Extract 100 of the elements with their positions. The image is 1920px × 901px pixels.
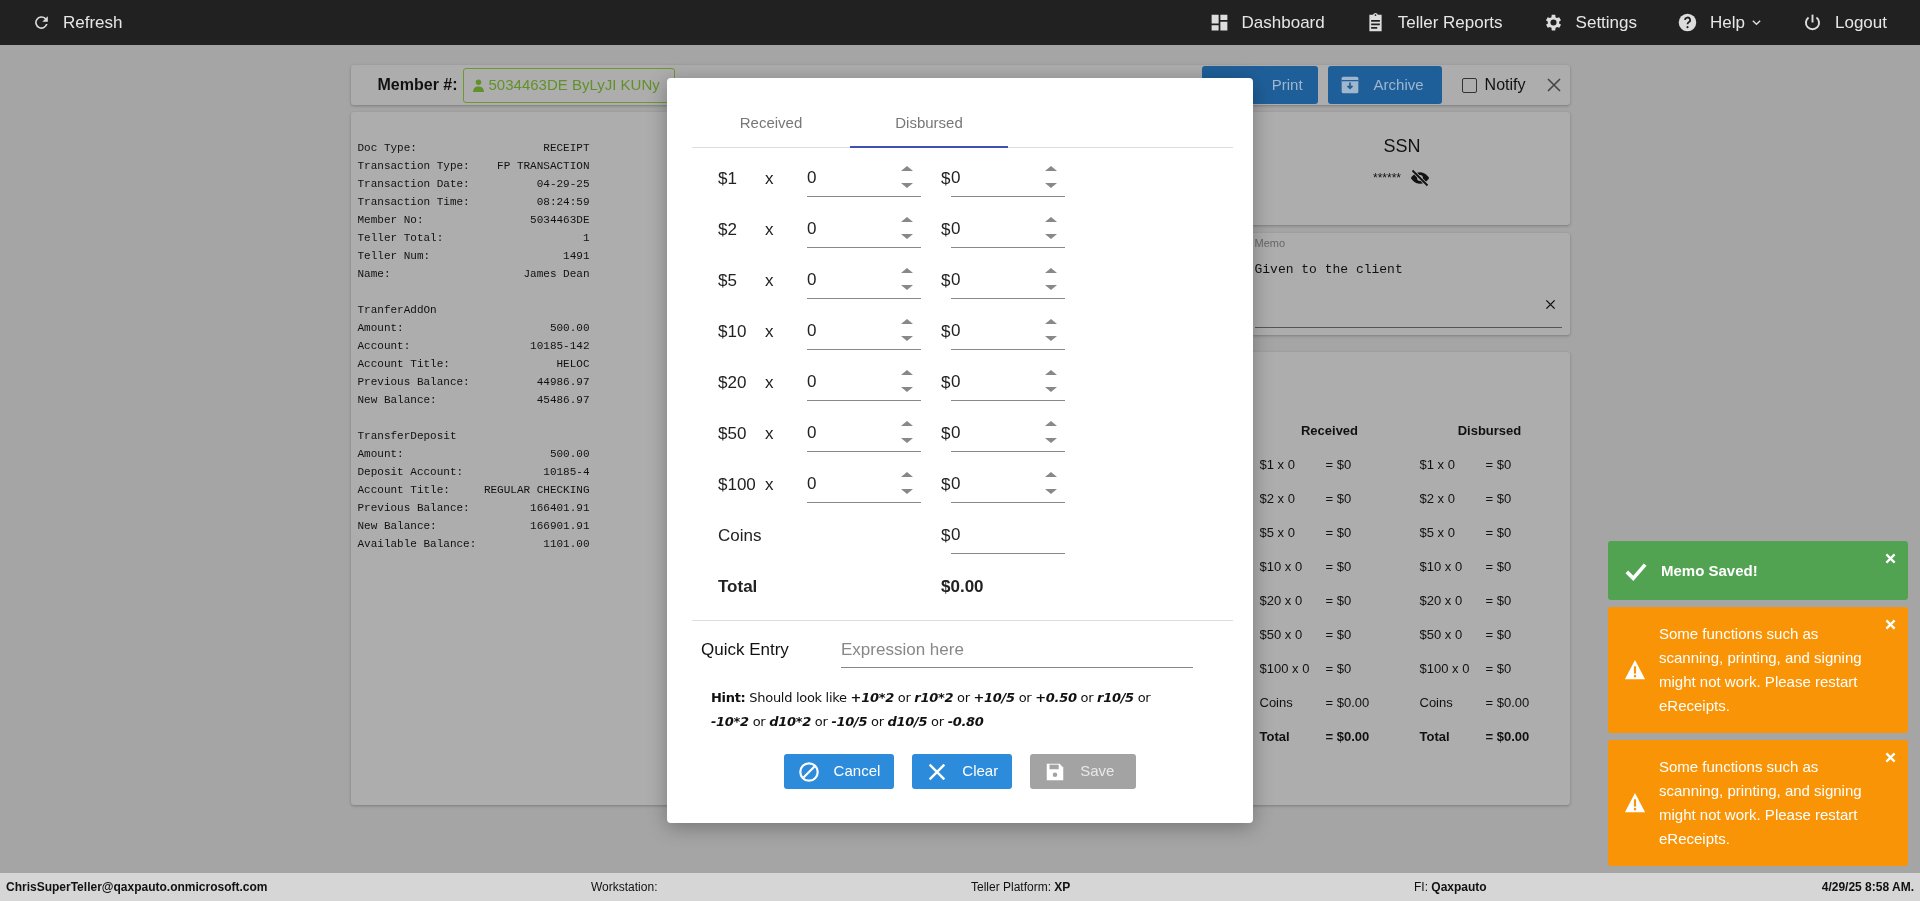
summary-value: = $0 bbox=[1485, 558, 1512, 577]
summary-label: $5 x 0 bbox=[1419, 524, 1456, 543]
receipt-label: Available Balance: bbox=[357, 537, 477, 552]
ssn-value: ****** bbox=[1373, 170, 1401, 187]
receipt-value: 166401.91 bbox=[530, 501, 590, 516]
spinner-icon[interactable] bbox=[1045, 470, 1057, 495]
nav-link[interactable]: Settings bbox=[1542, 9, 1638, 36]
amount-field[interactable]: 0 bbox=[951, 517, 1065, 554]
quick-entry-label: Quick Entry bbox=[701, 639, 790, 662]
nav-link[interactable]: Dashboard bbox=[1208, 9, 1325, 36]
nav-link[interactable]: Teller Reports bbox=[1364, 9, 1503, 36]
times-sign: x bbox=[765, 473, 775, 496]
receipt-value: FP TRANSACTION bbox=[497, 159, 590, 174]
receipt-value: 04-29-25 bbox=[536, 177, 590, 192]
summary-value: = $0 bbox=[1325, 626, 1352, 645]
receipt-label: Amount: bbox=[357, 321, 404, 336]
clear-button[interactable]: Clear bbox=[912, 754, 1013, 789]
spinner-icon[interactable] bbox=[901, 419, 913, 444]
receipt-value: HELOC bbox=[556, 357, 590, 372]
summary-value: = $0 bbox=[1485, 592, 1512, 611]
eye-slash-icon[interactable] bbox=[1409, 168, 1431, 188]
spinner-icon[interactable] bbox=[1045, 215, 1057, 240]
nav-link[interactable]: Logout bbox=[1802, 9, 1887, 36]
receipt-label: Doc Type: bbox=[357, 141, 417, 156]
summary-value: = $0.00 bbox=[1485, 694, 1530, 713]
spinner-icon[interactable] bbox=[901, 164, 913, 189]
summary-label: $10 x 0 bbox=[1259, 558, 1304, 577]
notify-checkbox[interactable]: Notify bbox=[1461, 73, 1526, 97]
summary-value: = $0 bbox=[1325, 524, 1352, 543]
summary-label: $50 x 0 bbox=[1259, 626, 1304, 645]
receipt-label: Previous Balance: bbox=[357, 501, 470, 516]
currency-sign: $ bbox=[941, 524, 951, 547]
close-icon[interactable] bbox=[1545, 77, 1562, 93]
spinner-icon[interactable] bbox=[1045, 266, 1057, 291]
receipt-label: Name: bbox=[357, 267, 391, 282]
spinner-icon[interactable] bbox=[901, 470, 913, 495]
member-label: Member #: bbox=[377, 75, 458, 95]
times-sign: x bbox=[765, 269, 775, 292]
refresh-button[interactable]: Refresh bbox=[32, 9, 123, 36]
power-icon bbox=[1802, 12, 1823, 33]
tab[interactable]: Disbursed bbox=[850, 100, 1008, 148]
toast-message: Some functions such as scanning, printing, and signing might not work. Please restart eReceipts. bbox=[1659, 757, 1863, 849]
ssn-label: SSN bbox=[1383, 135, 1421, 158]
currency-sign: $ bbox=[941, 320, 951, 343]
receipt-label: Account Title: bbox=[357, 357, 450, 372]
receipt-value: 10185-4 bbox=[543, 465, 590, 480]
spinner-icon[interactable] bbox=[1045, 164, 1057, 189]
summary-label: $100 x 0 bbox=[1259, 660, 1311, 679]
user-email: ChrisSuperTeller@qaxpauto.onmicrosoft.com bbox=[6, 879, 269, 896]
receipt-label: New Balance: bbox=[357, 393, 437, 408]
receipt-value: 08:24:59 bbox=[536, 195, 590, 210]
denomination-label: $2 bbox=[718, 218, 738, 241]
spinner-icon[interactable] bbox=[901, 215, 913, 240]
receipt-label: Transaction Time: bbox=[357, 195, 470, 210]
memo-field[interactable]: Given to the client bbox=[1254, 251, 1562, 328]
receipt-heading: TranferAddOn bbox=[357, 303, 437, 318]
spinner-icon[interactable] bbox=[901, 266, 913, 291]
summary-value: = $0 bbox=[1325, 456, 1352, 475]
summary-label: $5 x 0 bbox=[1259, 524, 1296, 543]
spinner-icon[interactable] bbox=[1045, 317, 1057, 342]
summary-label: $2 x 0 bbox=[1419, 490, 1456, 509]
times-sign: x bbox=[765, 218, 775, 241]
summary-value: = $0.00 bbox=[1485, 728, 1530, 747]
receipt-label: Account Title: bbox=[357, 483, 450, 498]
workstation-label: Workstation: bbox=[591, 879, 659, 896]
cancel-button[interactable]: Cancel bbox=[783, 754, 895, 789]
coins-label: Coins bbox=[718, 524, 763, 547]
receipt-value: RECEIPT bbox=[543, 141, 590, 156]
summary-label: Total bbox=[1419, 728, 1451, 747]
receipt-value: 45486.97 bbox=[536, 393, 590, 408]
receipt-value: 166901.91 bbox=[530, 519, 590, 534]
currency-sign: $ bbox=[941, 218, 951, 241]
currency-sign: $ bbox=[941, 167, 951, 190]
tab[interactable]: Received bbox=[692, 100, 850, 148]
denomination-label: $10 bbox=[718, 320, 748, 343]
summary-label: $2 x 0 bbox=[1259, 490, 1296, 509]
warning-icon bbox=[1623, 659, 1647, 681]
summary-value: = $0 bbox=[1485, 490, 1512, 509]
receipt-label: New Balance: bbox=[357, 519, 437, 534]
date-time: 4/29/25 8:58 AM. bbox=[1821, 879, 1914, 896]
summary-label: $100 x 0 bbox=[1419, 660, 1471, 679]
summary-value: = $0 bbox=[1325, 558, 1352, 577]
memo-label: Memo bbox=[1254, 236, 1287, 251]
spinner-icon[interactable] bbox=[1045, 419, 1057, 444]
spinner-icon[interactable] bbox=[1045, 368, 1057, 393]
receipt-label: Transaction Date: bbox=[357, 177, 470, 192]
spinner-icon[interactable] bbox=[901, 368, 913, 393]
clear-icon[interactable] bbox=[1544, 299, 1556, 310]
receipt-value: 500.00 bbox=[549, 321, 590, 336]
summary-label: $1 x 0 bbox=[1419, 456, 1456, 475]
receipt-label: Member No: bbox=[357, 213, 424, 228]
spinner-icon[interactable] bbox=[901, 317, 913, 342]
summary-label: $50 x 0 bbox=[1419, 626, 1464, 645]
receipt-label: Account: bbox=[357, 339, 411, 354]
times-sign: x bbox=[765, 167, 775, 190]
denomination-label: $100 bbox=[718, 473, 757, 496]
toast-message: Memo Saved! bbox=[1661, 560, 1759, 581]
summary-label: $20 x 0 bbox=[1259, 592, 1304, 611]
nav-link[interactable]: Help bbox=[1677, 9, 1762, 36]
platform-text: Teller Platform: XP bbox=[971, 879, 1072, 896]
